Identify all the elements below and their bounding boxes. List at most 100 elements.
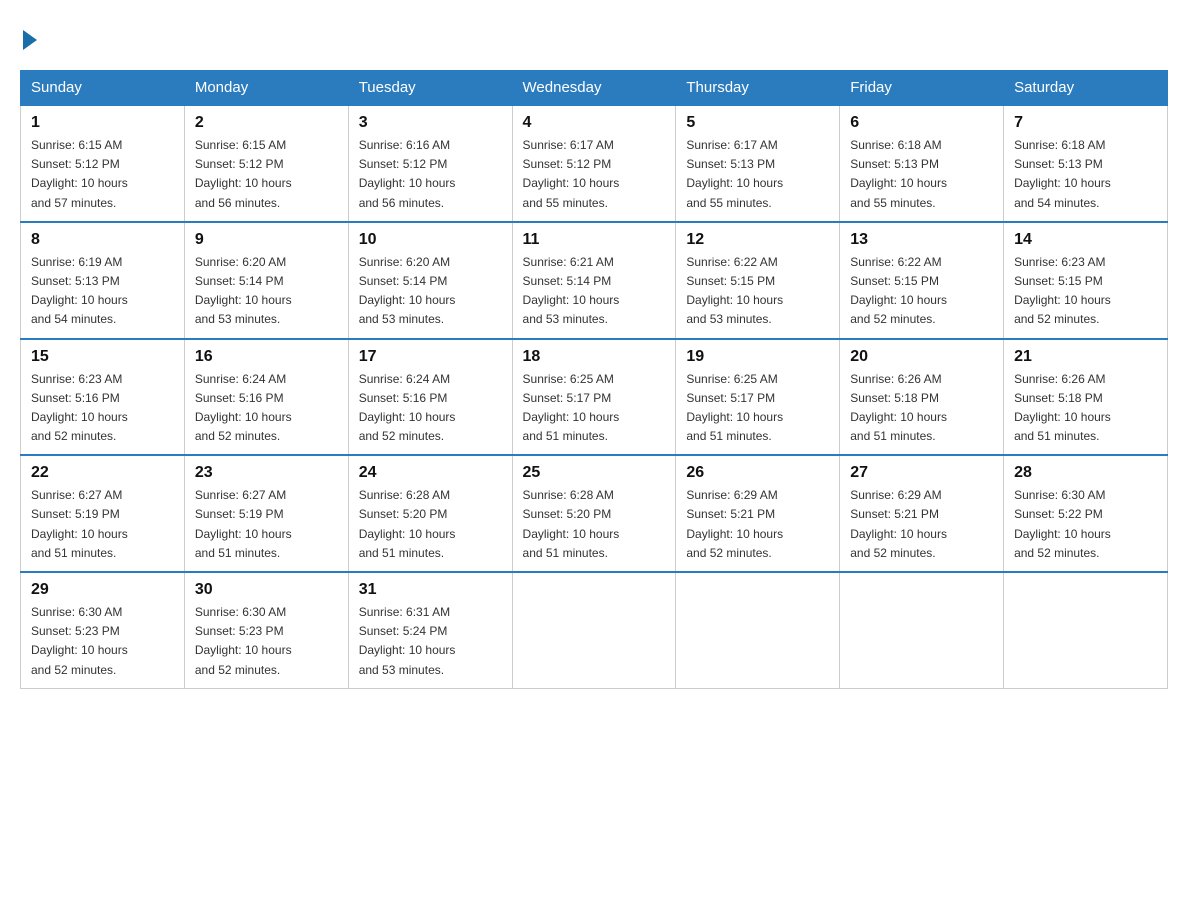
- day-info: Sunrise: 6:21 AMSunset: 5:14 PMDaylight:…: [523, 253, 666, 330]
- day-info: Sunrise: 6:29 AMSunset: 5:21 PMDaylight:…: [686, 486, 829, 563]
- calendar-cell: 6 Sunrise: 6:18 AMSunset: 5:13 PMDaylight…: [840, 105, 1004, 222]
- day-info: Sunrise: 6:19 AMSunset: 5:13 PMDaylight:…: [31, 253, 174, 330]
- calendar-cell: 20Sunrise: 6:26 AMSunset: 5:18 PMDayligh…: [840, 339, 1004, 456]
- calendar-cell: 24 Sunrise: 6:28 AMSunset: 5:20 PMDayligh…: [348, 455, 512, 572]
- col-header-thursday: Thursday: [676, 71, 840, 106]
- col-header-tuesday: Tuesday: [348, 71, 512, 106]
- day-number: 9: [195, 231, 338, 249]
- day-info: Sunrise: 6:23 AMSunset: 5:15 PMDaylight:…: [1014, 253, 1157, 330]
- day-info: Sunrise: 6:25 AMSunset: 5:17 PMDaylight:…: [523, 370, 666, 447]
- day-info: Sunrise: 6:28 AMSunset: 5:20 PMDaylight:…: [359, 486, 502, 563]
- calendar-cell: 13 Sunrise: 6:22 AMSunset: 5:15 PMDayligh…: [840, 222, 1004, 339]
- day-info: Sunrise: 6:30 AMSunset: 5:22 PMDaylight:…: [1014, 486, 1157, 563]
- week-row-4: 22 Sunrise: 6:27 AMSunset: 5:19 PMDayligh…: [21, 455, 1168, 572]
- day-info: Sunrise: 6:30 AMSunset: 5:23 PMDaylight:…: [31, 603, 174, 680]
- day-number: 6: [850, 114, 993, 132]
- calendar-cell: 22 Sunrise: 6:27 AMSunset: 5:19 PMDayligh…: [21, 455, 185, 572]
- day-info: Sunrise: 6:20 AMSunset: 5:14 PMDaylight:…: [359, 253, 502, 330]
- calendar-cell: 15 Sunrise: 6:23 AMSunset: 5:16 PMDayligh…: [21, 339, 185, 456]
- col-header-sunday: Sunday: [21, 71, 185, 106]
- day-number: 5: [686, 114, 829, 132]
- day-info: Sunrise: 6:16 AMSunset: 5:12 PMDaylight:…: [359, 136, 502, 213]
- day-number: 31: [359, 581, 502, 599]
- calendar-cell: 17 Sunrise: 6:24 AMSunset: 5:16 PMDayligh…: [348, 339, 512, 456]
- day-info: Sunrise: 6:31 AMSunset: 5:24 PMDaylight:…: [359, 603, 502, 680]
- day-number: 23: [195, 464, 338, 482]
- day-number: 1: [31, 114, 174, 132]
- day-number: 26: [686, 464, 829, 482]
- day-number: 13: [850, 231, 993, 249]
- calendar-cell: 16Sunrise: 6:24 AMSunset: 5:16 PMDayligh…: [184, 339, 348, 456]
- calendar-cell: 28 Sunrise: 6:30 AMSunset: 5:22 PMDayligh…: [1004, 455, 1168, 572]
- calendar-cell: [1004, 572, 1168, 688]
- logo: [20, 30, 40, 50]
- day-info: Sunrise: 6:15 AMSunset: 5:12 PMDaylight:…: [195, 136, 338, 213]
- calendar-cell: 25 Sunrise: 6:28 AMSunset: 5:20 PMDayligh…: [512, 455, 676, 572]
- day-number: 24: [359, 464, 502, 482]
- day-number: 15: [31, 348, 174, 366]
- week-row-2: 8 Sunrise: 6:19 AMSunset: 5:13 PMDaylight…: [21, 222, 1168, 339]
- calendar-cell: 27 Sunrise: 6:29 AMSunset: 5:21 PMDayligh…: [840, 455, 1004, 572]
- day-info: Sunrise: 6:18 AMSunset: 5:13 PMDaylight:…: [1014, 136, 1157, 213]
- calendar-cell: 14 Sunrise: 6:23 AMSunset: 5:15 PMDayligh…: [1004, 222, 1168, 339]
- day-info: Sunrise: 6:26 AMSunset: 5:18 PMDaylight:…: [850, 370, 993, 447]
- page-header: [20, 20, 1168, 60]
- col-header-saturday: Saturday: [1004, 71, 1168, 106]
- day-number: 8: [31, 231, 174, 249]
- calendar-cell: 11Sunrise: 6:21 AMSunset: 5:14 PMDayligh…: [512, 222, 676, 339]
- calendar-cell: 8 Sunrise: 6:19 AMSunset: 5:13 PMDaylight…: [21, 222, 185, 339]
- calendar-cell: 12Sunrise: 6:22 AMSunset: 5:15 PMDayligh…: [676, 222, 840, 339]
- calendar-cell: 31 Sunrise: 6:31 AMSunset: 5:24 PMDayligh…: [348, 572, 512, 688]
- calendar-cell: 7Sunrise: 6:18 AMSunset: 5:13 PMDaylight…: [1004, 105, 1168, 222]
- day-info: Sunrise: 6:23 AMSunset: 5:16 PMDaylight:…: [31, 370, 174, 447]
- day-info: Sunrise: 6:29 AMSunset: 5:21 PMDaylight:…: [850, 486, 993, 563]
- calendar-cell: 9 Sunrise: 6:20 AMSunset: 5:14 PMDaylight…: [184, 222, 348, 339]
- week-row-1: 1 Sunrise: 6:15 AMSunset: 5:12 PMDaylight…: [21, 105, 1168, 222]
- logo-arrow-icon: [23, 30, 37, 50]
- week-row-5: 29Sunrise: 6:30 AMSunset: 5:23 PMDayligh…: [21, 572, 1168, 688]
- day-info: Sunrise: 6:17 AMSunset: 5:13 PMDaylight:…: [686, 136, 829, 213]
- day-number: 3: [359, 114, 502, 132]
- day-info: Sunrise: 6:18 AMSunset: 5:13 PMDaylight:…: [850, 136, 993, 213]
- calendar-cell: 18 Sunrise: 6:25 AMSunset: 5:17 PMDayligh…: [512, 339, 676, 456]
- day-number: 25: [523, 464, 666, 482]
- day-number: 17: [359, 348, 502, 366]
- calendar-cell: 2 Sunrise: 6:15 AMSunset: 5:12 PMDaylight…: [184, 105, 348, 222]
- day-number: 2: [195, 114, 338, 132]
- day-number: 28: [1014, 464, 1157, 482]
- calendar-cell: [840, 572, 1004, 688]
- week-row-3: 15 Sunrise: 6:23 AMSunset: 5:16 PMDayligh…: [21, 339, 1168, 456]
- calendar-cell: 5 Sunrise: 6:17 AMSunset: 5:13 PMDaylight…: [676, 105, 840, 222]
- calendar-cell: 4Sunrise: 6:17 AMSunset: 5:12 PMDaylight…: [512, 105, 676, 222]
- calendar-table: SundayMondayTuesdayWednesdayThursdayFrid…: [20, 70, 1168, 689]
- day-info: Sunrise: 6:28 AMSunset: 5:20 PMDaylight:…: [523, 486, 666, 563]
- day-info: Sunrise: 6:22 AMSunset: 5:15 PMDaylight:…: [850, 253, 993, 330]
- day-info: Sunrise: 6:25 AMSunset: 5:17 PMDaylight:…: [686, 370, 829, 447]
- day-headers-row: SundayMondayTuesdayWednesdayThursdayFrid…: [21, 71, 1168, 106]
- day-info: Sunrise: 6:15 AMSunset: 5:12 PMDaylight:…: [31, 136, 174, 213]
- day-number: 18: [523, 348, 666, 366]
- day-number: 12: [686, 231, 829, 249]
- day-number: 19: [686, 348, 829, 366]
- calendar-cell: 21 Sunrise: 6:26 AMSunset: 5:18 PMDayligh…: [1004, 339, 1168, 456]
- col-header-wednesday: Wednesday: [512, 71, 676, 106]
- day-number: 22: [31, 464, 174, 482]
- day-number: 14: [1014, 231, 1157, 249]
- day-info: Sunrise: 6:20 AMSunset: 5:14 PMDaylight:…: [195, 253, 338, 330]
- day-info: Sunrise: 6:26 AMSunset: 5:18 PMDaylight:…: [1014, 370, 1157, 447]
- day-number: 27: [850, 464, 993, 482]
- calendar-cell: 19 Sunrise: 6:25 AMSunset: 5:17 PMDayligh…: [676, 339, 840, 456]
- day-info: Sunrise: 6:27 AMSunset: 5:19 PMDaylight:…: [31, 486, 174, 563]
- calendar-cell: [676, 572, 840, 688]
- calendar-cell: 3 Sunrise: 6:16 AMSunset: 5:12 PMDaylight…: [348, 105, 512, 222]
- logo-text: [20, 30, 40, 50]
- day-info: Sunrise: 6:24 AMSunset: 5:16 PMDaylight:…: [359, 370, 502, 447]
- calendar-cell: 30Sunrise: 6:30 AMSunset: 5:23 PMDayligh…: [184, 572, 348, 688]
- day-number: 4: [523, 114, 666, 132]
- col-header-monday: Monday: [184, 71, 348, 106]
- col-header-friday: Friday: [840, 71, 1004, 106]
- day-number: 16: [195, 348, 338, 366]
- calendar-cell: 26 Sunrise: 6:29 AMSunset: 5:21 PMDayligh…: [676, 455, 840, 572]
- calendar-cell: [512, 572, 676, 688]
- day-number: 21: [1014, 348, 1157, 366]
